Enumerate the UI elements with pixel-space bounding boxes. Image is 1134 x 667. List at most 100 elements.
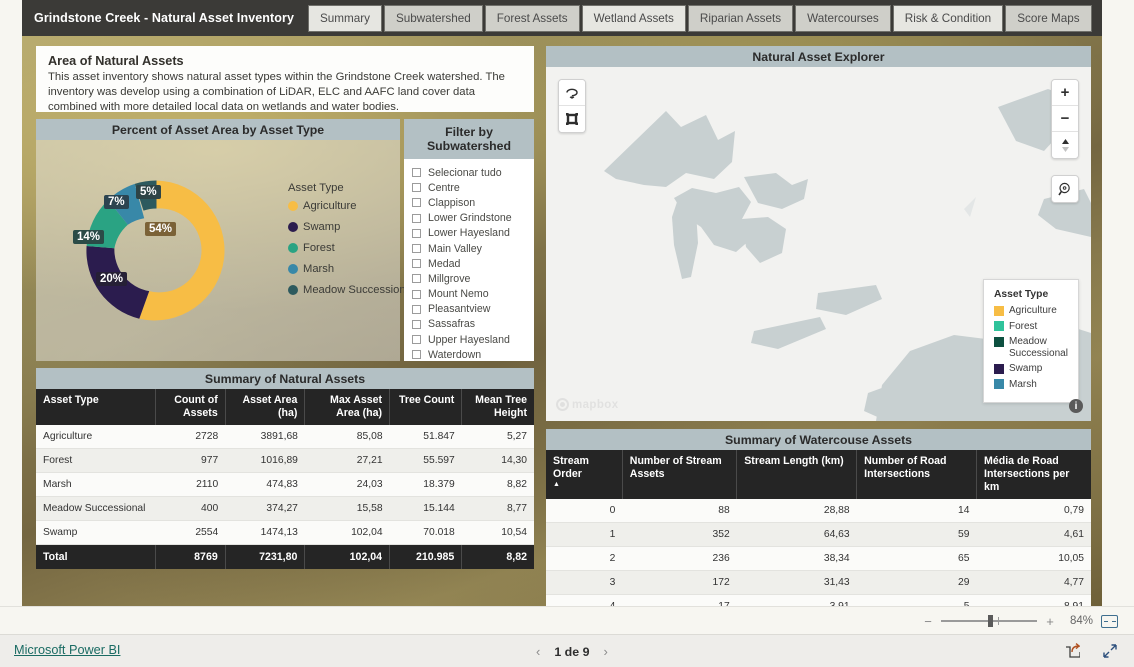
col-mean-tree-height[interactable]: Mean Tree Height [461, 389, 534, 425]
previous-page-button[interactable]: ‹ [536, 644, 540, 659]
table-row[interactable]: 3 172 31,43 29 4,77 [546, 570, 1091, 595]
zoom-in-icon[interactable]: + [1052, 80, 1078, 106]
col-max-asset-area[interactable]: Max Asset Area (ha) [304, 389, 391, 425]
filter-item-medad[interactable]: Medad [412, 256, 534, 271]
zoom-slider-thumb[interactable] [988, 615, 993, 627]
checkbox-icon[interactable] [412, 183, 421, 193]
cell-media-per-km: 4,61 [976, 522, 1091, 547]
search-location-icon[interactable] [1052, 176, 1078, 202]
lasso-select-icon[interactable] [559, 80, 585, 106]
map-select-tools [558, 79, 586, 133]
fit-to-page-icon[interactable] [1101, 614, 1118, 628]
checkbox-icon[interactable] [412, 350, 421, 360]
donut-legend-item-marsh[interactable]: Marsh [288, 263, 414, 275]
checkbox-icon[interactable] [412, 274, 421, 284]
checkbox-icon[interactable] [412, 244, 421, 254]
filter-item-millgrove[interactable]: Millgrove [412, 271, 534, 286]
col-stream-length[interactable]: Stream Length (km) [736, 450, 858, 499]
col-count-of-assets[interactable]: Count of Assets [155, 389, 226, 425]
map-legend-label: Agriculture [1009, 305, 1057, 316]
col-tree-count[interactable]: Tree Count [389, 389, 463, 425]
map-info-icon[interactable]: i [1069, 399, 1083, 413]
cell-stream-length: 28,88 [736, 498, 857, 523]
checkbox-icon[interactable] [412, 213, 421, 223]
filter-item-clappison[interactable]: Clappison [412, 195, 534, 210]
col-stream-order[interactable]: Stream Order ▲ [546, 450, 623, 499]
filter-item-upper-hayesland[interactable]: Upper Hayesland [412, 332, 534, 347]
cell-mean-height: 8,77 [461, 496, 534, 521]
map-legend-item-meadow-successional[interactable]: Meadow Successional [994, 336, 1070, 359]
zoom-out-button[interactable]: − [923, 614, 933, 629]
tab-watercourses[interactable]: Watercourses [795, 4, 891, 32]
donut-legend-item-meadow-successional[interactable]: Meadow Successional [288, 284, 414, 296]
next-page-button[interactable]: › [603, 644, 607, 659]
checkbox-icon[interactable] [412, 198, 421, 208]
natural-assets-table-title: Summary of Natural Assets [36, 368, 534, 389]
filter-item-selecionar-tudo[interactable]: Selecionar tudo [412, 165, 534, 180]
table-row[interactable]: Agriculture 2728 3891,68 85,08 51.847 5,… [36, 424, 534, 449]
map-body[interactable]: + − Asset Type Agriculture Forest Meadow… [546, 67, 1091, 421]
tab-riparian-assets[interactable]: Riparian Assets [687, 4, 794, 32]
col-number-of-road-intersections[interactable]: Number of Road Intersections [856, 450, 978, 499]
zoom-in-button[interactable]: + [1045, 614, 1055, 629]
cell-road-intersections: 59 [856, 522, 977, 547]
zoom-out-icon[interactable]: − [1052, 106, 1078, 132]
filter-item-main-valley[interactable]: Main Valley [412, 241, 534, 256]
share-glyph [1066, 643, 1081, 658]
donut-legend-item-agriculture[interactable]: Agriculture [288, 200, 414, 212]
checkbox-icon[interactable] [412, 259, 421, 269]
tab-risk-condition[interactable]: Risk & Condition [892, 4, 1004, 32]
donut-legend-item-forest[interactable]: Forest [288, 242, 414, 254]
tab-summary[interactable]: Summary [308, 4, 383, 32]
checkbox-icon[interactable] [412, 319, 421, 329]
map-legend-item-forest[interactable]: Forest [994, 321, 1070, 333]
filter-item-lower-grindstone[interactable]: Lower Grindstone [412, 211, 534, 226]
compass-icon[interactable] [1052, 132, 1078, 158]
col-asset-area[interactable]: Asset Area (ha) [225, 389, 306, 425]
table-row[interactable]: Swamp 2554 1474,13 102,04 70.018 10,54 [36, 520, 534, 545]
table-row[interactable]: 4 17 3,91 5 8,91 [546, 594, 1091, 606]
checkbox-icon[interactable] [412, 228, 421, 238]
page-indicator: 1 de 9 [554, 644, 590, 659]
tab-score-maps[interactable]: Score Maps [1005, 4, 1092, 32]
col-number-of-stream-assets[interactable]: Number of Stream Assets [622, 450, 738, 499]
legend-swatch-icon [994, 379, 1004, 390]
power-bi-link[interactable]: Microsoft Power BI [14, 643, 120, 657]
legend-swatch-icon [994, 337, 1004, 347]
filter-item-label: Selecionar tudo [428, 166, 502, 179]
filter-item-sassafras[interactable]: Sassafras [412, 317, 534, 332]
tab-wetland-assets[interactable]: Wetland Assets [581, 4, 686, 32]
share-icon[interactable] [1064, 643, 1081, 659]
map-legend-item-marsh[interactable]: Marsh [994, 379, 1070, 391]
box-select-icon[interactable] [559, 106, 585, 132]
col-media-road-intersections-per-km[interactable]: Média de Road Intersections per km [976, 450, 1091, 499]
mapbox-attribution-logo[interactable]: mapbox [556, 398, 619, 411]
donut-chart[interactable]: 54% 20% 14% 7% 5% [64, 158, 249, 343]
table-row[interactable]: Forest 977 1016,89 27,21 55.597 14,30 [36, 448, 534, 473]
donut-legend-item-swamp[interactable]: Swamp [288, 221, 414, 233]
cell-area: 374,27 [225, 496, 305, 521]
checkbox-icon[interactable] [412, 304, 421, 314]
filter-item-lower-hayesland[interactable]: Lower Hayesland [412, 226, 534, 241]
table-row[interactable]: Meadow Successional 400 374,27 15,58 15.… [36, 496, 534, 521]
filter-item-mount-nemo[interactable]: Mount Nemo [412, 287, 534, 302]
checkbox-icon[interactable] [412, 168, 421, 178]
table-row[interactable]: Marsh 2110 474,83 24,03 18.379 8,82 [36, 472, 534, 497]
tab-subwatershed[interactable]: Subwatershed [384, 4, 483, 32]
map-legend-label: Marsh [1009, 378, 1037, 390]
table-row[interactable]: 2 236 38,34 65 10,05 [546, 546, 1091, 571]
map-legend-item-agriculture[interactable]: Agriculture [994, 305, 1070, 317]
table-row[interactable]: 1 352 64,63 59 4,61 [546, 522, 1091, 547]
col-asset-type[interactable]: Asset Type [36, 389, 157, 425]
filter-item-centre[interactable]: Centre [412, 180, 534, 195]
table-row[interactable]: 0 88 28,88 14 0,79 [546, 498, 1091, 523]
checkbox-icon[interactable] [412, 289, 421, 299]
filter-item-waterdown[interactable]: Waterdown [412, 347, 534, 362]
tab-forest-assets[interactable]: Forest Assets [484, 4, 580, 32]
map-title: Natural Asset Explorer [546, 46, 1091, 67]
filter-item-pleasantview[interactable]: Pleasantview [412, 302, 534, 317]
checkbox-icon[interactable] [412, 335, 421, 345]
map-legend-item-swamp[interactable]: Swamp [994, 363, 1070, 375]
fullscreen-icon[interactable] [1102, 643, 1118, 659]
zoom-slider[interactable] [941, 615, 1037, 627]
